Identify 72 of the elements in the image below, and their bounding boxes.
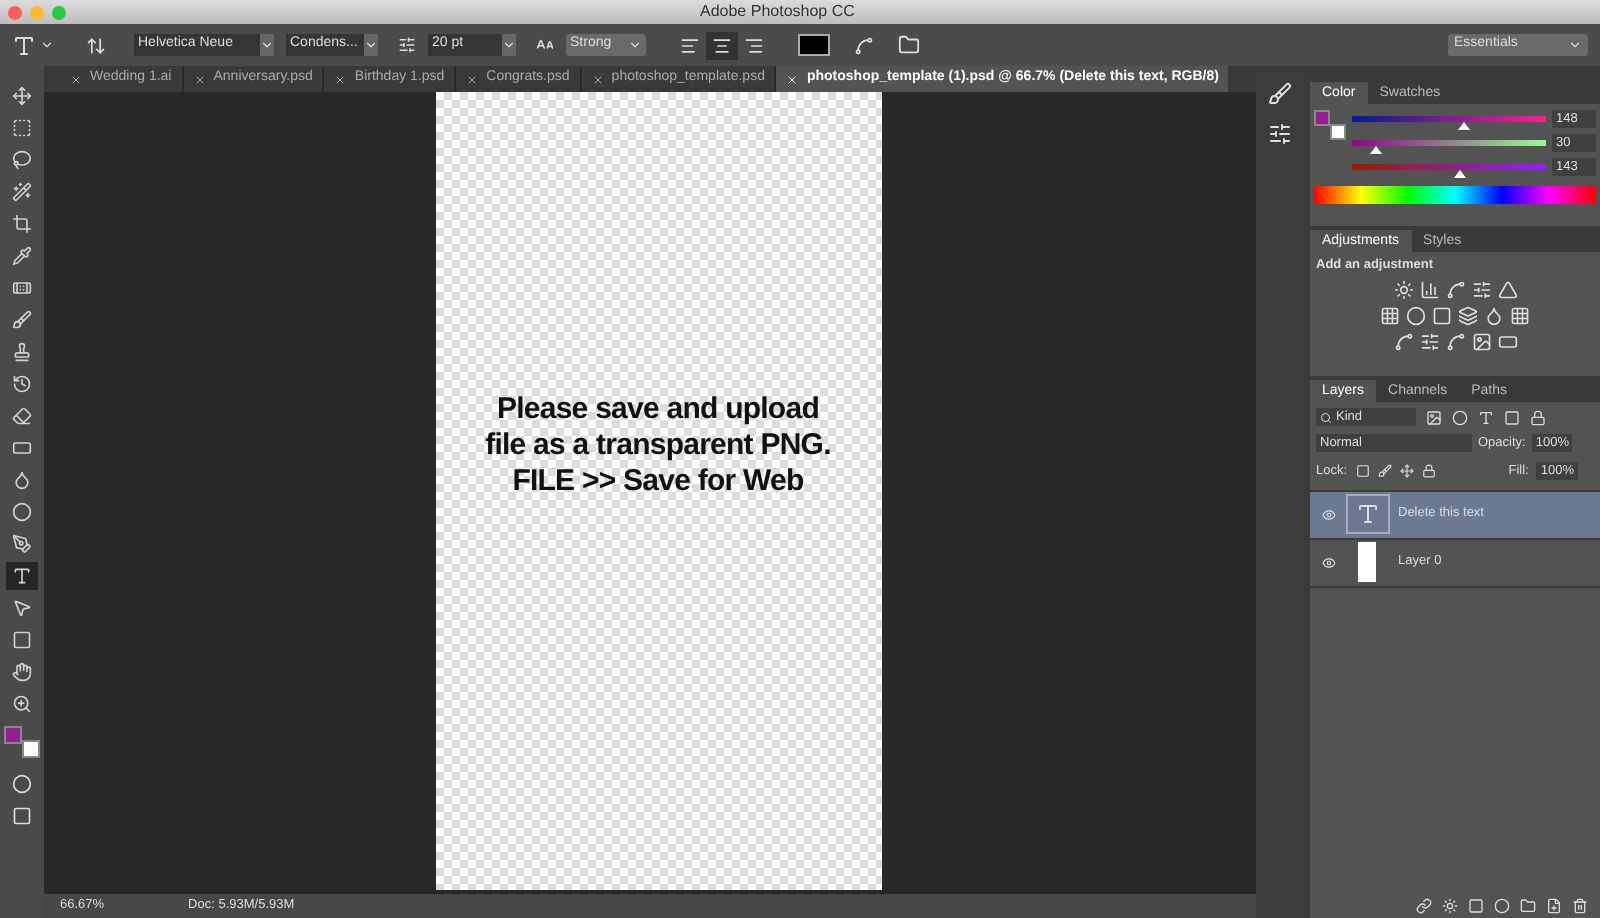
pixel-filter-icon[interactable] xyxy=(1426,409,1442,425)
slider-thumb[interactable] xyxy=(1454,170,1467,178)
caret-icon xyxy=(1568,38,1582,52)
delete-layer-icon[interactable] xyxy=(1572,898,1588,914)
type-filter-icon[interactable] xyxy=(1478,409,1494,425)
lock-position-icon[interactable] xyxy=(1399,464,1414,479)
close-tab-icon[interactable] xyxy=(591,73,604,85)
adjustment-icon[interactable] xyxy=(1484,305,1504,326)
adjustment-icon[interactable] xyxy=(1432,305,1452,326)
align-center-icon xyxy=(712,35,732,55)
link-layers-icon[interactable] xyxy=(1416,898,1432,914)
caret-icon xyxy=(364,34,378,56)
close-tab-icon[interactable] xyxy=(466,73,479,85)
close-tab-icon[interactable] xyxy=(334,73,347,85)
adjustment-icon[interactable] xyxy=(1497,331,1517,352)
new-adjustment-icon[interactable] xyxy=(1494,898,1510,914)
screen-mode-icon[interactable] xyxy=(12,806,32,826)
adjustment-icon[interactable] xyxy=(1445,331,1465,352)
adjustment-filter-icon[interactable] xyxy=(1452,409,1468,425)
foreground-color-swatch[interactable] xyxy=(1314,110,1330,126)
background-color-swatch[interactable] xyxy=(22,740,40,758)
shape-filter-icon[interactable] xyxy=(1504,409,1520,425)
caret-icon xyxy=(260,34,274,56)
adjustment-icon[interactable] xyxy=(1497,279,1517,300)
type-icon xyxy=(1356,502,1380,526)
window-title: Adobe Photoshop CC xyxy=(700,0,855,24)
visibility-eye-icon[interactable] xyxy=(1321,507,1335,521)
adjustment-icon[interactable] xyxy=(1380,305,1400,326)
adjustment-icon[interactable] xyxy=(1419,279,1439,300)
lock-pixels-icon[interactable] xyxy=(1355,464,1370,479)
align-right-icon xyxy=(744,35,764,55)
adjustment-icon[interactable] xyxy=(1510,305,1530,326)
adjustment-icon[interactable] xyxy=(1471,331,1491,352)
color-spectrum[interactable] xyxy=(1314,186,1596,204)
warp-text-icon[interactable] xyxy=(854,35,874,55)
adjustment-icon[interactable] xyxy=(1471,279,1491,300)
close-tab-icon[interactable] xyxy=(193,73,206,85)
panels-icon[interactable] xyxy=(898,34,920,56)
lock-all-icon[interactable] xyxy=(1421,464,1436,479)
add-mask-icon[interactable] xyxy=(1468,898,1484,914)
canvas-text: Please save and upload file as a transparent PNG. FILE >> Save for Web xyxy=(485,392,831,500)
caret-icon xyxy=(502,34,516,56)
layer-style-icon[interactable] xyxy=(1442,898,1458,914)
slider-thumb[interactable] xyxy=(1369,146,1382,154)
close-tab-icon[interactable] xyxy=(70,73,82,85)
adjustment-icon[interactable] xyxy=(1419,331,1439,352)
antialias-icon xyxy=(536,36,554,54)
new-layer-icon[interactable] xyxy=(1546,898,1562,914)
text-color-swatch[interactable] xyxy=(798,34,830,56)
properties-panel-icon[interactable] xyxy=(1268,122,1292,146)
foreground-color-swatch[interactable] xyxy=(4,726,22,744)
adjustment-icon[interactable] xyxy=(1458,305,1478,326)
lock-paint-icon[interactable] xyxy=(1377,464,1392,479)
new-group-icon[interactable] xyxy=(1520,898,1536,914)
align-center-button[interactable] xyxy=(706,31,738,59)
align-left-icon xyxy=(680,35,700,55)
slider-thumb[interactable] xyxy=(1458,122,1471,130)
adjustment-icon[interactable] xyxy=(1393,279,1413,300)
adjustment-icon[interactable] xyxy=(1445,279,1465,300)
quick-mask-icon[interactable] xyxy=(12,774,32,794)
type-tool-icon[interactable] xyxy=(12,33,36,57)
visibility-eye-icon[interactable] xyxy=(1321,555,1335,569)
caret-icon xyxy=(628,38,642,52)
orientation-icon[interactable] xyxy=(86,35,106,55)
caret-icon[interactable] xyxy=(40,38,54,52)
brush-panel-icon[interactable] xyxy=(1268,82,1292,106)
type-icon[interactable] xyxy=(6,562,38,590)
search-icon xyxy=(1320,411,1332,423)
background-color-swatch[interactable] xyxy=(1330,124,1346,140)
layer-thumbnail xyxy=(1358,542,1376,582)
adjustment-icon[interactable] xyxy=(1393,331,1413,352)
adjustment-icon[interactable] xyxy=(1406,305,1426,326)
